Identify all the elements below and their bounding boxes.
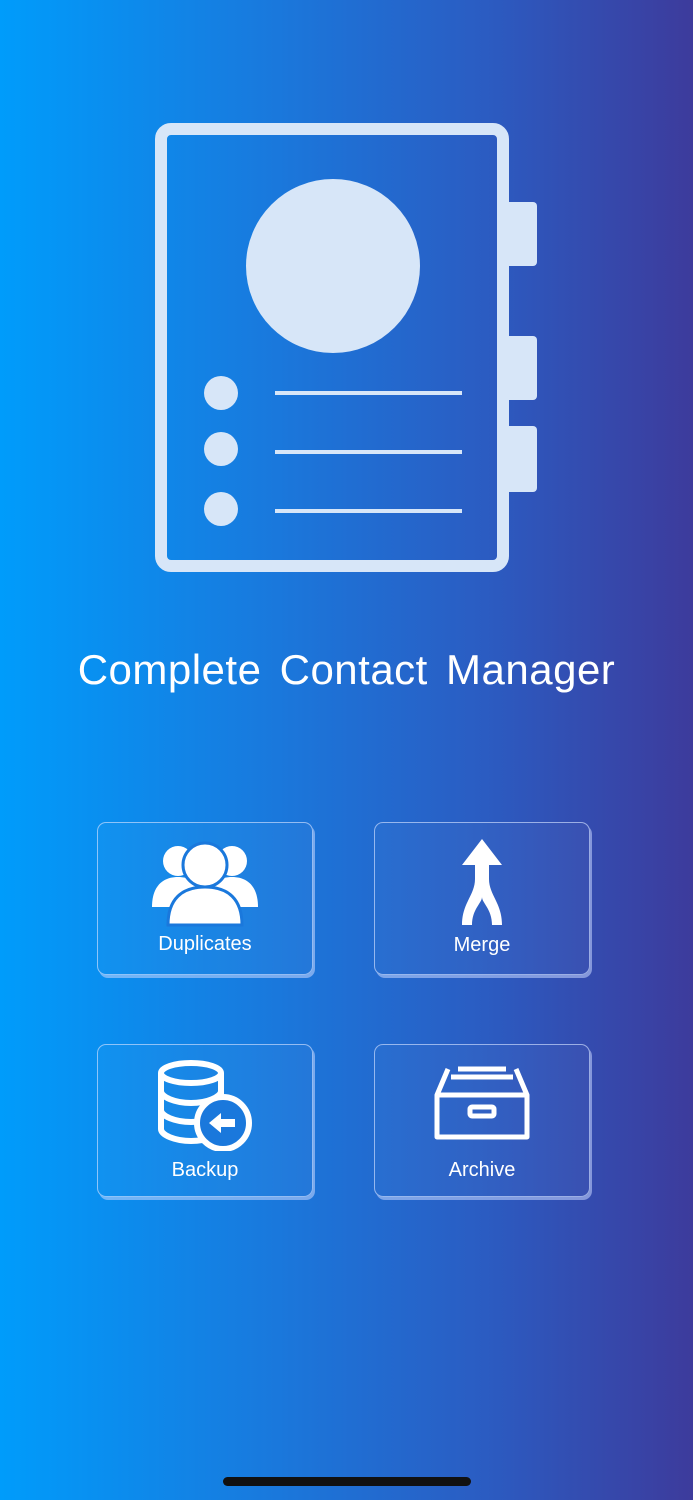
archive-button[interactable]: Archive: [374, 1044, 590, 1197]
backup-button[interactable]: Backup: [97, 1044, 313, 1197]
contact-book-icon: [155, 123, 537, 572]
duplicates-button[interactable]: Duplicates: [97, 822, 313, 975]
users-group-icon: [98, 841, 312, 927]
home-indicator[interactable]: [223, 1477, 471, 1486]
list-dot-1: [204, 376, 238, 410]
book-tab-top: [505, 202, 537, 266]
backup-label: Backup: [171, 1159, 239, 1181]
app-title: Complete Contact Manager: [77, 646, 616, 693]
avatar-circle: [246, 179, 420, 353]
book-tab-middle: [505, 336, 537, 400]
list-dot-3: [204, 492, 238, 526]
duplicates-label: Duplicates: [158, 933, 252, 955]
book-tab-bottom: [505, 426, 537, 492]
merge-arrow-icon: [375, 839, 589, 925]
database-restore-icon: [98, 1059, 312, 1151]
merge-button[interactable]: Merge: [374, 822, 590, 975]
merge-label: Merge: [453, 934, 511, 956]
list-dot-2: [204, 432, 238, 466]
archive-label: Archive: [448, 1159, 516, 1181]
archive-drawer-icon: [375, 1065, 589, 1141]
